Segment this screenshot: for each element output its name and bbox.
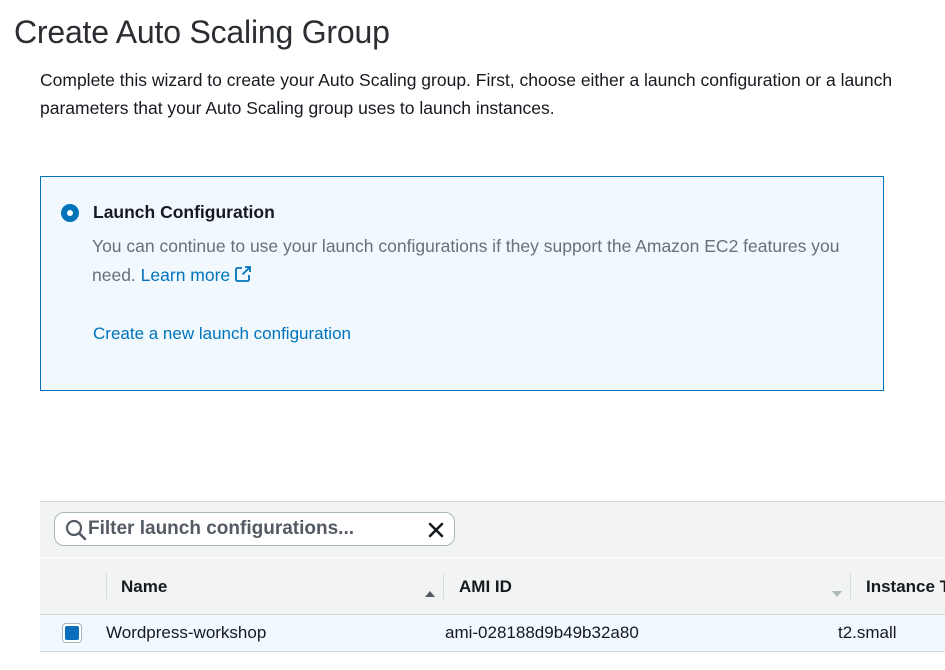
launch-configuration-option-panel[interactable]: Launch Configuration You can continue to… <box>40 176 884 391</box>
cell-ami-id: ami-028188d9b49b32a80 <box>445 623 639 642</box>
column-divider <box>106 573 107 599</box>
intro-text: Complete this wizard to create your Auto… <box>40 66 945 122</box>
close-icon[interactable] <box>428 522 444 543</box>
table-row[interactable]: Wordpress-workshop ami-028188d9b49b32a80… <box>40 615 945 652</box>
create-launch-configuration-link[interactable]: Create a new launch configuration <box>93 324 351 344</box>
column-header-instance-type[interactable]: Instance Type <box>866 577 945 597</box>
intro-line-2: parameters that your Auto Scaling group … <box>40 98 555 118</box>
external-link-icon <box>234 263 252 292</box>
sort-ascending-icon[interactable] <box>425 582 435 602</box>
radio-dot <box>67 210 73 216</box>
column-header-ami-id[interactable]: AMI ID <box>459 577 512 597</box>
learn-more-label: Learn more <box>140 265 231 285</box>
intro-line-1: Complete this wizard to create your Auto… <box>40 70 893 90</box>
radio-selected-icon[interactable] <box>61 204 79 222</box>
launch-configurations-table: Name AMI ID Instance Type Wordpress-work… <box>40 501 945 652</box>
learn-more-link[interactable]: Learn more <box>141 265 253 285</box>
sort-descending-inactive-icon[interactable] <box>832 582 842 602</box>
cell-instance-type: t2.small <box>838 623 897 642</box>
column-header-name[interactable]: Name <box>121 577 167 597</box>
launch-configuration-label[interactable]: Launch Configuration <box>93 202 275 223</box>
filter-box[interactable] <box>54 512 455 546</box>
page-title: Create Auto Scaling Group <box>14 14 390 50</box>
row-select-checkbox[interactable] <box>62 623 82 643</box>
filter-bar <box>40 502 945 557</box>
search-icon <box>65 519 87 546</box>
launch-configuration-description: You can continue to use your launch conf… <box>92 232 882 292</box>
filter-launch-configurations-input[interactable] <box>88 516 418 542</box>
checkbox-checked-indicator <box>65 626 79 640</box>
table-header-row: Name AMI ID Instance Type <box>40 558 945 615</box>
cell-name: Wordpress-workshop <box>106 623 267 642</box>
column-divider <box>850 573 851 599</box>
column-divider <box>443 573 444 599</box>
